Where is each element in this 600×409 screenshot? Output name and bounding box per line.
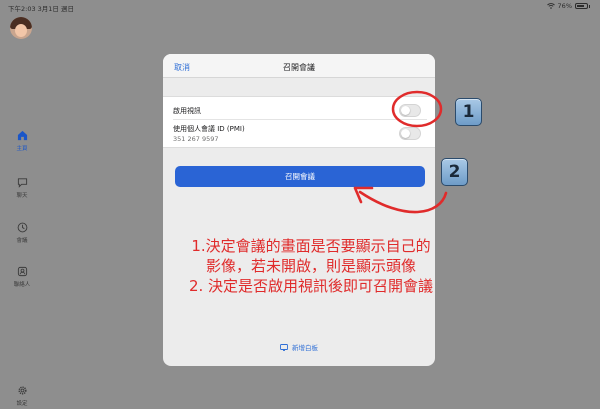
wifi-icon	[546, 3, 555, 9]
pmi-row: 使用個人會議 ID (PMI) 351 267 9597	[173, 122, 427, 146]
sidebar-item-meetings[interactable]: 會議	[0, 222, 44, 244]
battery-icon	[575, 3, 588, 9]
contact-icon	[17, 266, 27, 277]
video-row: 啟用視訊	[173, 102, 427, 120]
video-toggle[interactable]	[399, 104, 421, 117]
sidebar-item-label: 主頁	[16, 146, 28, 152]
start-meeting-dialog: 取消 召開會議 啟用視訊 使用個人會議 ID (PMI) 351 267 959…	[163, 54, 435, 366]
pmi-value: 351 267 9597	[173, 135, 219, 143]
meeting-settings: 啟用視訊 使用個人會議 ID (PMI) 351 267 9597	[163, 96, 435, 148]
dialog-header: 取消 召開會議	[163, 54, 435, 78]
note-line: 2. 決定是否啟用視訊後即可召開會議	[188, 277, 434, 295]
battery-percent: 76%	[557, 2, 572, 10]
pmi-label: 使用個人會議 ID (PMI)	[173, 125, 245, 133]
clock-icon	[17, 222, 27, 233]
status-bar: 下午2:03 3月1日 週日 76%	[0, 0, 600, 14]
sidebar: 主頁 聊天 會議 聯絡人 設定	[0, 0, 44, 409]
avatar-face	[15, 24, 27, 37]
badge-2: 2	[441, 158, 468, 186]
whiteboard-label: 新增白板	[292, 344, 319, 352]
annotation-note: 1.決定會議的畫面是否要顯示自己的 影像，若未開啟，則是顯示頭像 2. 決定是否…	[146, 236, 476, 296]
sidebar-item-label: 聯絡人	[13, 282, 31, 288]
chat-icon	[17, 178, 27, 188]
home-icon	[17, 130, 27, 141]
status-right: 76%	[546, 2, 590, 10]
video-label: 啟用視訊	[173, 107, 201, 115]
note-line: 1.決定會議的畫面是否要顯示自己的	[191, 237, 431, 255]
sidebar-item-label: 設定	[16, 401, 28, 407]
avatar[interactable]	[10, 17, 32, 39]
new-whiteboard-link[interactable]: 新增白板	[163, 342, 435, 352]
note-line: 影像，若未開啟，則是顯示頭像	[205, 257, 416, 275]
dialog-title: 召開會議	[283, 63, 315, 72]
start-meeting-button[interactable]: 召開會議	[175, 166, 425, 187]
pmi-toggle[interactable]	[399, 127, 421, 140]
whiteboard-icon	[280, 344, 288, 351]
badge-1: 1	[455, 98, 482, 126]
sidebar-item-chat[interactable]: 聊天	[0, 177, 44, 199]
sidebar-item-label: 會議	[16, 238, 28, 244]
sidebar-item-contacts[interactable]: 聯絡人	[0, 266, 44, 288]
sidebar-item-label: 聊天	[16, 193, 28, 199]
gear-icon	[17, 386, 27, 395]
sidebar-item-settings[interactable]: 設定	[0, 385, 44, 407]
sidebar-item-home[interactable]: 主頁	[0, 130, 44, 152]
battery-tip	[589, 4, 590, 8]
